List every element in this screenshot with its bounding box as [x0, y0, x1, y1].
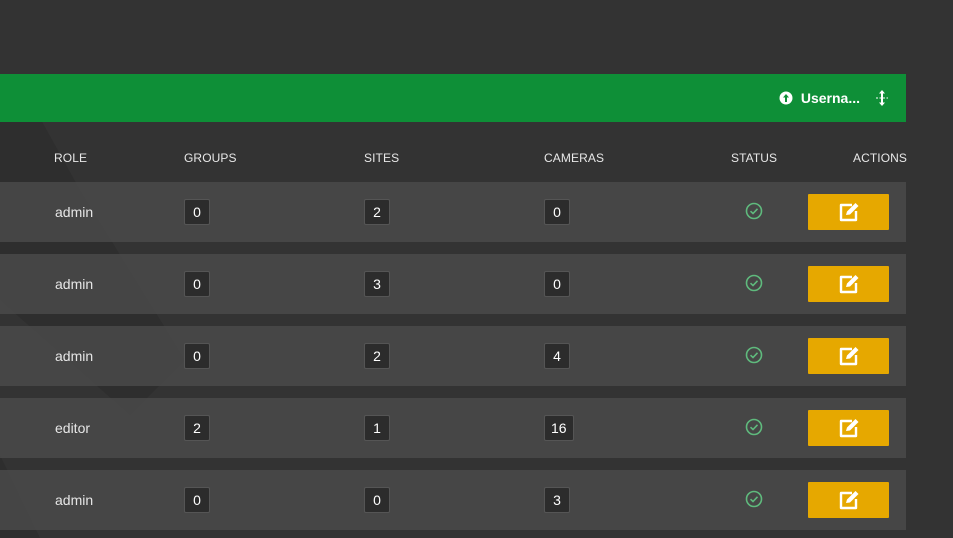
- edit-button[interactable]: [808, 194, 889, 230]
- edit-button[interactable]: [808, 482, 889, 518]
- groups-count: 0: [184, 343, 210, 369]
- circle-arrow-icon: [779, 91, 793, 105]
- sites-count: 2: [364, 199, 390, 225]
- edit-icon: [839, 491, 858, 510]
- table-row: admin 0 2 4: [0, 326, 906, 386]
- user-menu[interactable]: Userna...: [779, 74, 892, 122]
- sites-count: 0: [364, 487, 390, 513]
- table-header: ROLE GROUPS SITES CAMERAS STATUS ACTIONS: [0, 148, 908, 168]
- column-header-groups[interactable]: GROUPS: [184, 151, 237, 165]
- move-vertical-icon[interactable]: [872, 88, 892, 108]
- groups-count: 0: [184, 199, 210, 225]
- column-header-actions: ACTIONS: [853, 151, 908, 165]
- edit-button[interactable]: [808, 410, 889, 446]
- table-row: editor 2 1 16: [0, 398, 906, 458]
- cameras-count: 0: [544, 271, 570, 297]
- role-cell: admin: [55, 276, 94, 292]
- check-circle-icon: [745, 346, 763, 364]
- groups-count: 2: [184, 415, 210, 441]
- check-circle-icon: [745, 490, 763, 508]
- cameras-count: 3: [544, 487, 570, 513]
- check-circle-icon: [745, 274, 763, 292]
- edit-icon: [839, 347, 858, 366]
- username-label: Userna...: [800, 90, 860, 106]
- cameras-count: 16: [544, 415, 574, 441]
- edit-icon: [839, 419, 858, 438]
- edit-icon: [839, 203, 858, 222]
- table-row: admin 0 3 0: [0, 254, 906, 314]
- groups-count: 0: [184, 487, 210, 513]
- check-circle-icon: [745, 202, 763, 220]
- edit-icon: [839, 275, 858, 294]
- column-header-cameras[interactable]: CAMERAS: [544, 151, 604, 165]
- top-header-bar: Userna...: [0, 74, 906, 122]
- role-cell: admin: [55, 348, 94, 364]
- role-cell: editor: [55, 420, 91, 436]
- edit-button[interactable]: [808, 338, 889, 374]
- role-cell: admin: [55, 492, 94, 508]
- sites-count: 2: [364, 343, 390, 369]
- cameras-count: 4: [544, 343, 570, 369]
- edit-button[interactable]: [808, 266, 889, 302]
- sites-count: 3: [364, 271, 390, 297]
- column-header-sites[interactable]: SITES: [364, 151, 399, 165]
- column-header-status[interactable]: STATUS: [731, 151, 777, 165]
- groups-count: 0: [184, 271, 210, 297]
- cameras-count: 0: [544, 199, 570, 225]
- table-row: admin 0 0 3: [0, 470, 906, 530]
- role-cell: admin: [55, 204, 94, 220]
- table-row: admin 0 2 0: [0, 182, 906, 242]
- check-circle-icon: [745, 418, 763, 436]
- column-header-role[interactable]: ROLE: [54, 151, 87, 165]
- sites-count: 1: [364, 415, 390, 441]
